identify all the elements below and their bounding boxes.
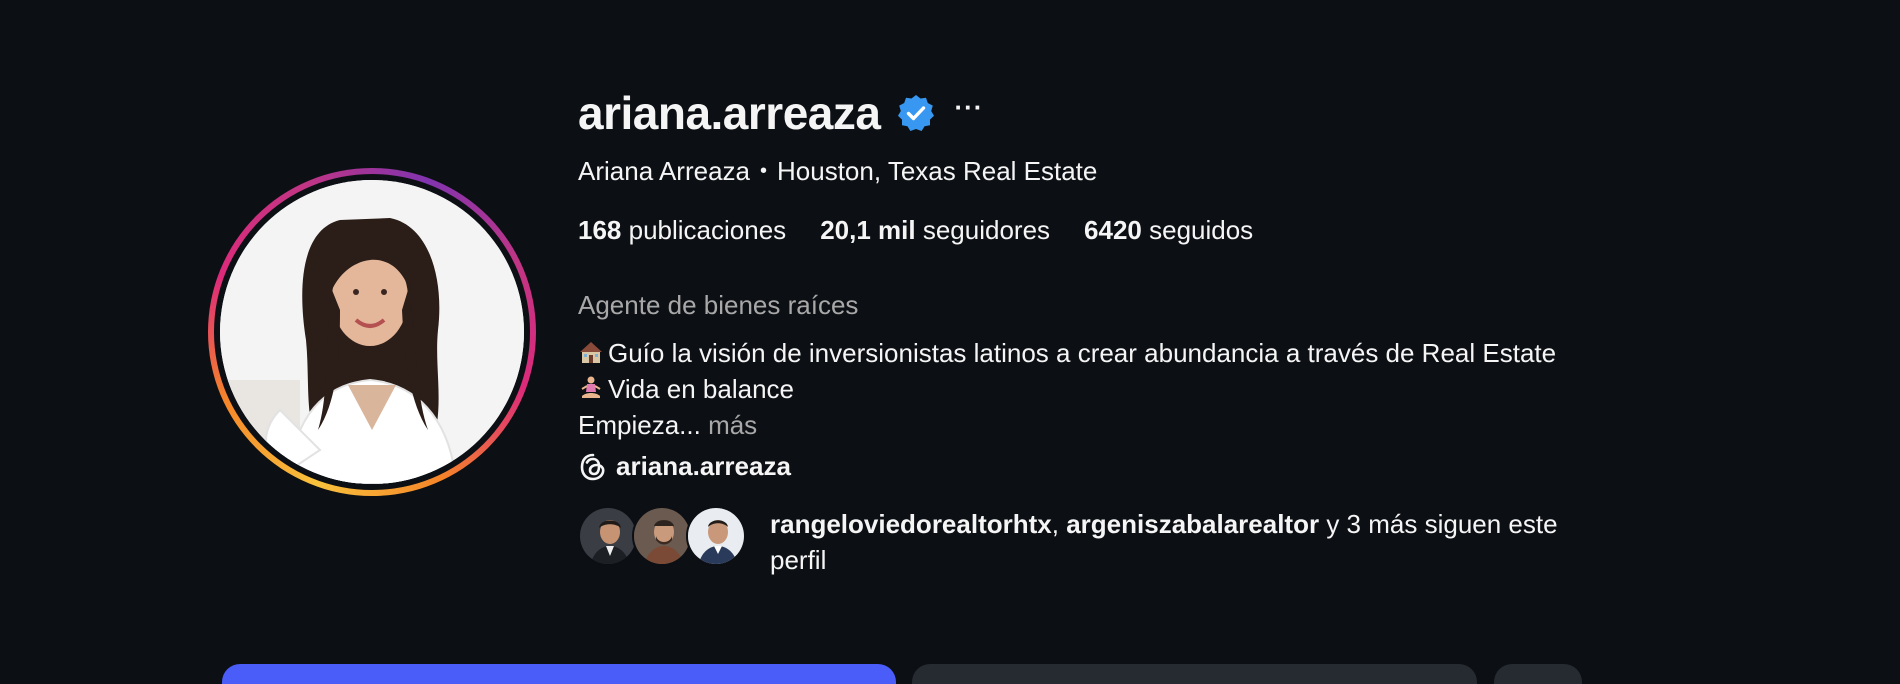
profile-subtitle: Houston, Texas Real Estate bbox=[777, 156, 1098, 186]
profile-category: Agente de bienes raíces bbox=[578, 290, 859, 320]
house-emoji-icon bbox=[578, 338, 604, 364]
threads-icon bbox=[578, 452, 608, 482]
threads-handle: ariana.arreaza bbox=[616, 451, 791, 481]
suggested-accounts-button[interactable] bbox=[1494, 664, 1582, 684]
stats-row: 168 publicaciones 20,1 mil seguidores 64… bbox=[578, 215, 1598, 246]
profile-username: ariana.arreaza bbox=[578, 87, 881, 139]
mutual-user-2: argeniszabalarealtor bbox=[1066, 509, 1320, 539]
profile-bio: Guío la visión de inversionistas latinos… bbox=[578, 335, 1588, 443]
bio-text-3: Empieza... bbox=[578, 410, 701, 440]
posts-label: publicaciones bbox=[628, 215, 787, 245]
followed-by-text: rangeloviedorealtorhtx, argeniszabalarea… bbox=[770, 506, 1590, 578]
yoga-emoji-icon bbox=[578, 374, 604, 400]
following-count: 6420 bbox=[1084, 215, 1142, 245]
bio-line-2: Vida en balance bbox=[578, 371, 1588, 407]
mutual-avatar-3 bbox=[686, 506, 746, 566]
mutual-avatar-1 bbox=[578, 506, 638, 566]
following-label: seguidos bbox=[1149, 215, 1254, 245]
bio-more-link[interactable]: más bbox=[708, 410, 757, 440]
name-row: ariana.arreaza ··· bbox=[578, 84, 1598, 142]
full-name-row: Ariana Arreaza • Houston, Texas Real Est… bbox=[578, 156, 1598, 187]
mutual-separator: , bbox=[1051, 509, 1059, 539]
bio-line-3: Empieza... más bbox=[578, 407, 1588, 443]
followers-label: seguidores bbox=[922, 215, 1051, 245]
follow-button[interactable] bbox=[222, 664, 896, 684]
mutual-avatar-2 bbox=[632, 506, 692, 566]
mutual-user-1: rangeloviedorealtorhtx bbox=[770, 509, 1052, 539]
following-stat[interactable]: 6420 seguidos bbox=[1084, 215, 1253, 246]
profile-avatar-story-ring[interactable] bbox=[208, 168, 536, 496]
avatar-gap bbox=[214, 174, 530, 490]
bio-text-2: Vida en balance bbox=[608, 374, 795, 404]
verified-badge-icon bbox=[896, 93, 936, 133]
name-separator: • bbox=[759, 160, 767, 182]
followers-stat[interactable]: 20,1 mil seguidores bbox=[820, 215, 1050, 246]
mutual-avatars bbox=[578, 506, 758, 566]
posts-stat[interactable]: 168 publicaciones bbox=[578, 215, 786, 246]
profile-info: ariana.arreaza ··· Ariana Arreaza • Hous… bbox=[578, 84, 1598, 578]
posts-count: 168 bbox=[578, 215, 622, 245]
followed-by-row[interactable]: rangeloviedorealtorhtx, argeniszabalarea… bbox=[578, 506, 1598, 578]
followers-count: 20,1 mil bbox=[820, 215, 916, 245]
avatar-portrait-illustration bbox=[220, 180, 524, 484]
more-options-icon[interactable]: ··· bbox=[954, 94, 983, 120]
profile-page: ariana.arreaza ··· Ariana Arreaza • Hous… bbox=[0, 0, 1900, 684]
profile-avatar bbox=[220, 180, 524, 484]
full-name: Ariana Arreaza bbox=[578, 156, 750, 186]
bio-line-1: Guío la visión de inversionistas latinos… bbox=[578, 335, 1588, 371]
bio-text-1: Guío la visión de inversionistas latinos… bbox=[608, 338, 1557, 368]
threads-link[interactable]: ariana.arreaza bbox=[578, 451, 1598, 482]
message-button[interactable] bbox=[912, 664, 1477, 684]
